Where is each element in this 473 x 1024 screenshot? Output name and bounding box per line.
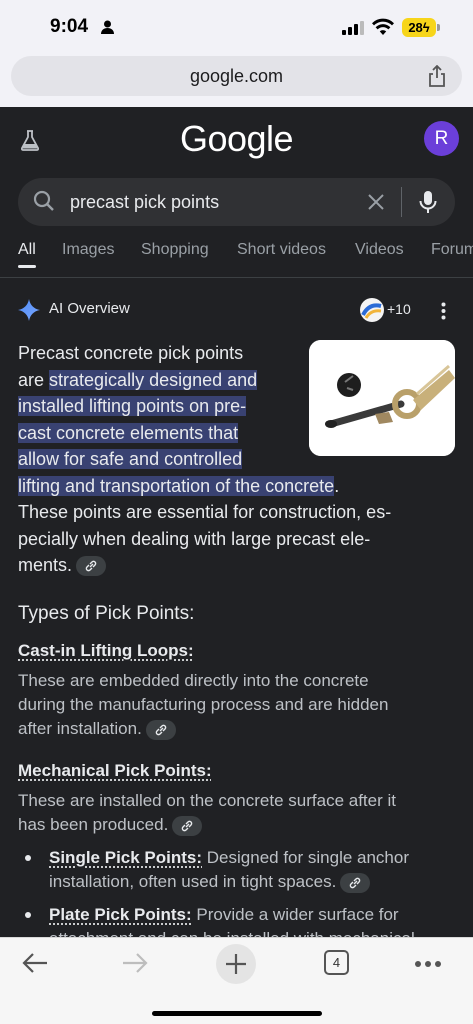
tab-forum[interactable]: Forum <box>431 241 473 259</box>
microphone-icon[interactable] <box>418 190 438 214</box>
description-text: has been produced. <box>18 815 168 834</box>
intro-highlight: strategically designed and <box>49 370 257 390</box>
tab-shopping[interactable]: Shopping <box>141 241 209 259</box>
description-line: after installation. <box>18 717 458 741</box>
bullet-line: Single Pick Points: Designed for single … <box>49 846 459 870</box>
bullet-term[interactable]: Single Pick Points: <box>49 848 202 867</box>
search-divider <box>401 187 402 217</box>
intro-text: These points are essential for construct… <box>18 502 391 522</box>
bullet-line: Plate Pick Points: Provide a wider surfa… <box>49 903 459 927</box>
intro-highlight: lifting and transportation of the concre… <box>18 476 334 496</box>
ai-intro-paragraph-b: lifting and transportation of the concre… <box>18 473 458 579</box>
intro-line: Precast concrete pick points <box>18 340 308 367</box>
ai-overview-title: AI Overview <box>49 300 130 317</box>
intro-text: ments. <box>18 555 72 575</box>
intro-text: Precast concrete pick points <box>18 343 243 363</box>
intro-text: . <box>334 476 339 496</box>
tab-short-videos[interactable]: Short videos <box>237 241 326 259</box>
pick-point-thumbnail[interactable] <box>309 340 455 456</box>
sources-favicon-icon[interactable] <box>360 298 384 322</box>
intro-highlight: allow for safe and controlled <box>18 449 242 469</box>
citation-link-chip[interactable] <box>76 556 106 576</box>
search-input[interactable]: precast pick points <box>70 178 350 226</box>
bullet-text: installation, often used in tight spaces… <box>49 872 336 891</box>
intro-line: pecially when dealing with large precast… <box>18 526 458 553</box>
citation-link-chip[interactable] <box>340 873 370 893</box>
bullet-dot <box>25 912 31 918</box>
search-box[interactable]: precast pick points <box>18 178 455 226</box>
home-indicator <box>152 1011 322 1016</box>
tab-videos[interactable]: Videos <box>355 241 404 259</box>
description-line: has been produced. <box>18 813 458 837</box>
intro-highlight: cast concrete elements that <box>18 423 238 443</box>
address-bar[interactable]: google.com <box>11 56 462 96</box>
battery-level: 28 <box>408 20 422 35</box>
types-section-title: Types of Pick Points: <box>18 603 194 625</box>
intro-line: installed lifting points on pre- <box>18 393 308 420</box>
more-options-icon[interactable] <box>441 302 446 320</box>
status-time: 9:04 <box>50 16 88 38</box>
intro-line: ments. <box>18 552 458 579</box>
cast-in-loops-heading[interactable]: Cast-in Lifting Loops: <box>18 641 194 661</box>
battery-cap <box>437 24 440 31</box>
mechanical-pick-points-description: These are installed on the concrete surf… <box>18 789 458 837</box>
new-tab-button[interactable] <box>216 944 256 984</box>
intro-line: These points are essential for construct… <box>18 499 458 526</box>
citation-link-chip[interactable] <box>172 816 202 836</box>
search-icon <box>33 190 55 212</box>
battery-indicator: 28ϟ <box>402 18 436 37</box>
intro-line: lifting and transportation of the concre… <box>18 473 458 500</box>
description-line: These are installed on the concrete surf… <box>18 789 458 813</box>
overflow-menu-icon[interactable] <box>414 960 442 968</box>
browser-top-chrome: 9:04 28ϟ google.com <box>0 0 473 107</box>
bullet-text: Designed for single anchor <box>202 848 409 867</box>
bullet-single-pick-points: Single Pick Points: Designed for single … <box>49 846 459 894</box>
wifi-icon <box>372 18 394 35</box>
google-logo[interactable]: Google <box>0 118 473 160</box>
active-tab-indicator <box>18 265 36 268</box>
tab-images[interactable]: Images <box>62 241 114 259</box>
person-icon <box>101 20 114 34</box>
tab-all[interactable]: All <box>18 241 36 259</box>
intro-text: are <box>18 370 49 390</box>
intro-highlight: installed lifting points on pre- <box>18 396 246 416</box>
description-line: during the manufacturing process and are… <box>18 693 458 717</box>
mechanical-pick-points-heading[interactable]: Mechanical Pick Points: <box>18 761 212 781</box>
account-avatar[interactable]: R <box>424 121 459 156</box>
link-icon <box>154 723 168 737</box>
back-arrow-icon[interactable] <box>22 952 48 974</box>
link-icon <box>180 819 194 833</box>
tabs-divider <box>0 277 473 278</box>
cellular-signal-icon <box>342 21 366 35</box>
forward-arrow-icon[interactable] <box>122 952 148 974</box>
ai-intro-paragraph-a: Precast concrete pick points are strateg… <box>18 340 308 473</box>
intro-line: are strategically designed and <box>18 367 308 394</box>
ai-sparkle-icon <box>18 299 40 321</box>
description-text: after installation. <box>18 719 142 738</box>
intro-text: pecially when dealing with large precast… <box>18 529 370 549</box>
cast-in-loops-description: These are embedded directly into the con… <box>18 669 458 741</box>
description-line: These are embedded directly into the con… <box>18 669 458 693</box>
url-text[interactable]: google.com <box>11 56 462 96</box>
bullet-dot <box>25 855 31 861</box>
sources-count[interactable]: +10 <box>387 301 411 317</box>
intro-line: cast concrete elements that <box>18 420 308 447</box>
browser-bottom-toolbar: 4 <box>0 937 473 1024</box>
bullet-text: Provide a wider surface for <box>192 905 399 924</box>
bullet-term[interactable]: Plate Pick Points: <box>49 905 192 924</box>
clear-icon[interactable] <box>366 192 386 212</box>
link-icon <box>84 559 98 573</box>
citation-link-chip[interactable] <box>146 720 176 740</box>
bullet-line: installation, often used in tight spaces… <box>49 870 459 894</box>
intro-line: allow for safe and controlled <box>18 446 308 473</box>
link-icon <box>348 876 362 890</box>
share-icon[interactable] <box>427 65 447 87</box>
plus-icon <box>216 944 256 984</box>
tab-switcher-button[interactable]: 4 <box>324 950 349 975</box>
charging-bolt-icon: ϟ <box>423 20 430 35</box>
lifting-anchor-image <box>309 340 455 456</box>
